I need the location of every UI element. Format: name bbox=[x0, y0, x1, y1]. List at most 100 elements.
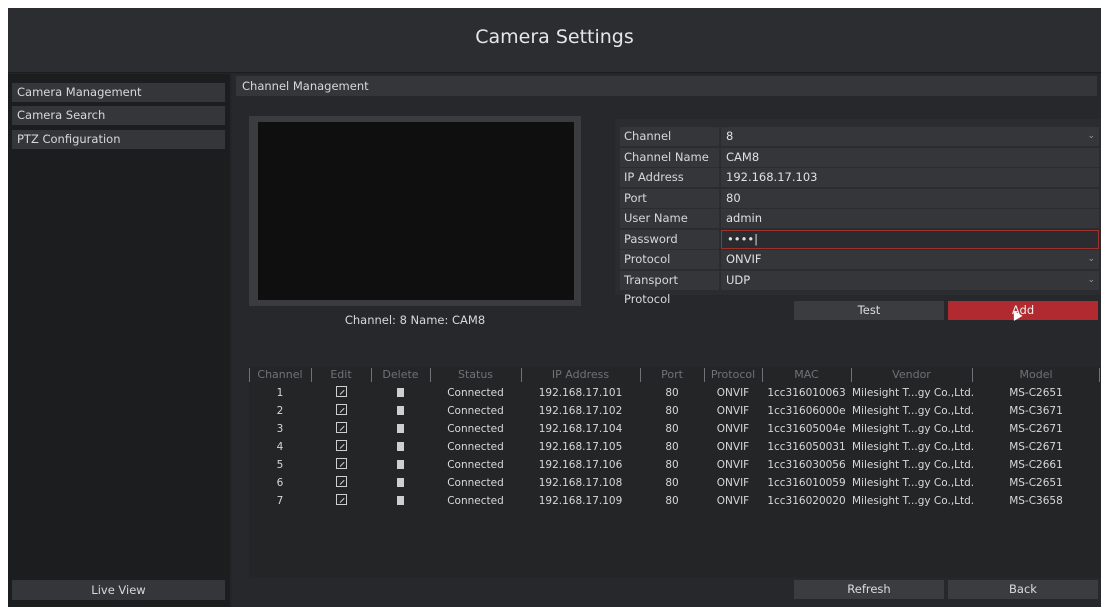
table-row[interactable]: 2 Connected 192.168.17.102 80 ONVIF 1cc3… bbox=[249, 402, 1101, 420]
cell-protocol: ONVIF bbox=[716, 459, 750, 471]
back-button[interactable]: Back bbox=[948, 580, 1098, 599]
channel-value: 8 bbox=[726, 129, 734, 143]
header-status: Status bbox=[457, 368, 494, 381]
preview-caption: Channel: 8 Name: CAM8 bbox=[344, 313, 486, 327]
cell-channel: 1 bbox=[276, 387, 284, 399]
channel-name-label: Channel Name bbox=[620, 148, 719, 167]
cell-vendor: Milesight T...gy Co.,Ltd. bbox=[852, 405, 975, 417]
channel-label: Channel bbox=[620, 127, 719, 146]
live-view-button[interactable]: Live View bbox=[12, 580, 225, 600]
protocol-label: Protocol bbox=[620, 250, 719, 269]
user-name-field[interactable]: admin bbox=[721, 209, 1099, 228]
column-separator bbox=[1099, 368, 1100, 382]
transport-value: UDP bbox=[726, 273, 751, 287]
edit-icon[interactable] bbox=[312, 420, 370, 438]
edit-icon[interactable] bbox=[312, 402, 370, 420]
ip-address-field[interactable]: 192.168.17.103 bbox=[721, 168, 1099, 187]
trash-icon[interactable] bbox=[372, 384, 429, 402]
cell-status: Connected bbox=[447, 495, 504, 507]
password-field[interactable]: ••••| bbox=[721, 230, 1099, 249]
cell-channel: 4 bbox=[276, 441, 284, 453]
cell-channel: 6 bbox=[276, 477, 284, 489]
chevron-down-icon: ⌄ bbox=[1087, 131, 1095, 141]
cell-ip: 192.168.17.105 bbox=[538, 441, 623, 453]
edit-icon[interactable] bbox=[312, 384, 370, 402]
cell-ip: 192.168.17.104 bbox=[538, 423, 623, 435]
protocol-value: ONVIF bbox=[726, 252, 762, 266]
table-row[interactable]: 3 Connected 192.168.17.104 80 ONVIF 1cc3… bbox=[249, 420, 1101, 438]
form-row-password: Password ••••| bbox=[615, 230, 1101, 249]
cell-status: Connected bbox=[447, 477, 504, 489]
cell-port: 80 bbox=[665, 405, 679, 417]
header-ip-address: IP Address bbox=[551, 368, 610, 381]
channel-name-field[interactable]: CAM8 bbox=[721, 148, 1099, 167]
cell-protocol: ONVIF bbox=[716, 387, 750, 399]
header-delete: Delete bbox=[382, 368, 419, 381]
cell-protocol: ONVIF bbox=[716, 405, 750, 417]
table-row[interactable]: 1 Connected 192.168.17.101 80 ONVIF 1cc3… bbox=[249, 384, 1101, 402]
transport-label: Transport Protocol bbox=[620, 271, 719, 306]
refresh-button[interactable]: Refresh bbox=[794, 580, 944, 599]
cell-port: 80 bbox=[665, 423, 679, 435]
add-button[interactable]: Add bbox=[948, 301, 1098, 320]
title-bar: Camera Settings bbox=[8, 8, 1101, 73]
sidebar-item-camera-search[interactable]: Camera Search bbox=[12, 106, 225, 125]
sidebar-item-ptz-configuration[interactable]: PTZ Configuration bbox=[12, 130, 225, 149]
chevron-down-icon: ⌄ bbox=[1087, 275, 1095, 285]
cell-mac: 1cc316010063 bbox=[767, 387, 846, 399]
trash-icon[interactable] bbox=[372, 474, 429, 492]
cell-vendor: Milesight T...gy Co.,Ltd. bbox=[852, 423, 975, 435]
port-field[interactable]: 80 bbox=[721, 189, 1099, 208]
sidebar: Camera Management Camera Search PTZ Conf… bbox=[8, 74, 230, 607]
cell-vendor: Milesight T...gy Co.,Ltd. bbox=[852, 441, 975, 453]
protocol-select[interactable]: ONVIF ⌄ bbox=[721, 250, 1099, 269]
trash-icon[interactable] bbox=[372, 456, 429, 474]
table-row[interactable]: 6 Connected 192.168.17.108 80 ONVIF 1cc3… bbox=[249, 474, 1101, 492]
form-row-user-name: User Name admin bbox=[615, 209, 1101, 228]
cell-mac: 1cc316010059 bbox=[767, 477, 846, 489]
cell-model: MS-C2661 bbox=[1009, 459, 1063, 471]
cell-vendor: Milesight T...gy Co.,Ltd. bbox=[852, 387, 975, 399]
trash-icon[interactable] bbox=[372, 492, 429, 510]
form-row-channel-name: Channel Name CAM8 bbox=[615, 148, 1101, 167]
cell-channel: 3 bbox=[276, 423, 284, 435]
cell-ip: 192.168.17.109 bbox=[538, 495, 623, 507]
table-row[interactable]: 7 Connected 192.168.17.109 80 ONVIF 1cc3… bbox=[249, 492, 1101, 510]
edit-icon[interactable] bbox=[312, 492, 370, 510]
cell-port: 80 bbox=[665, 441, 679, 453]
table-header: Channel Edit Delete Status IP Address Po… bbox=[249, 367, 1101, 383]
cell-ip: 192.168.17.101 bbox=[538, 387, 623, 399]
cell-vendor: Milesight T...gy Co.,Ltd. bbox=[852, 495, 975, 507]
cell-vendor: Milesight T...gy Co.,Ltd. bbox=[852, 477, 975, 489]
cell-protocol: ONVIF bbox=[716, 477, 750, 489]
page-title: Camera Settings bbox=[475, 26, 634, 48]
cell-ip: 192.168.17.106 bbox=[538, 459, 623, 471]
cell-vendor: Milesight T...gy Co.,Ltd. bbox=[852, 459, 975, 471]
cell-port: 80 bbox=[665, 495, 679, 507]
transport-select[interactable]: UDP ⌄ bbox=[721, 271, 1099, 290]
edit-icon[interactable] bbox=[312, 456, 370, 474]
ip-address-label: IP Address bbox=[620, 168, 719, 187]
form-row-protocol: Protocol ONVIF ⌄ bbox=[615, 250, 1101, 269]
table-row[interactable]: 4 Connected 192.168.17.105 80 ONVIF 1cc3… bbox=[249, 438, 1101, 456]
form-row-channel: Channel 8 ⌄ bbox=[615, 127, 1101, 146]
trash-icon[interactable] bbox=[372, 420, 429, 438]
cell-model: MS-C2651 bbox=[1009, 387, 1063, 399]
trash-icon[interactable] bbox=[372, 438, 429, 456]
channel-form: Channel 8 ⌄ Channel Name CAM8 IP Address … bbox=[615, 119, 1101, 306]
sidebar-item-camera-management[interactable]: Camera Management bbox=[12, 83, 225, 102]
cell-status: Connected bbox=[447, 423, 504, 435]
test-button[interactable]: Test bbox=[794, 301, 944, 320]
header-vendor: Vendor bbox=[892, 368, 931, 381]
cell-mac: 1cc316030056 bbox=[767, 459, 846, 471]
edit-icon[interactable] bbox=[312, 474, 370, 492]
trash-icon[interactable] bbox=[372, 402, 429, 420]
cell-ip: 192.168.17.102 bbox=[538, 405, 623, 417]
cell-model: MS-C3671 bbox=[1009, 405, 1063, 417]
header-edit: Edit bbox=[330, 368, 352, 381]
cell-status: Connected bbox=[447, 459, 504, 471]
table-row[interactable]: 5 Connected 192.168.17.106 80 ONVIF 1cc3… bbox=[249, 456, 1101, 474]
channel-select[interactable]: 8 ⌄ bbox=[721, 127, 1099, 146]
edit-icon[interactable] bbox=[312, 438, 370, 456]
cell-status: Connected bbox=[447, 441, 504, 453]
